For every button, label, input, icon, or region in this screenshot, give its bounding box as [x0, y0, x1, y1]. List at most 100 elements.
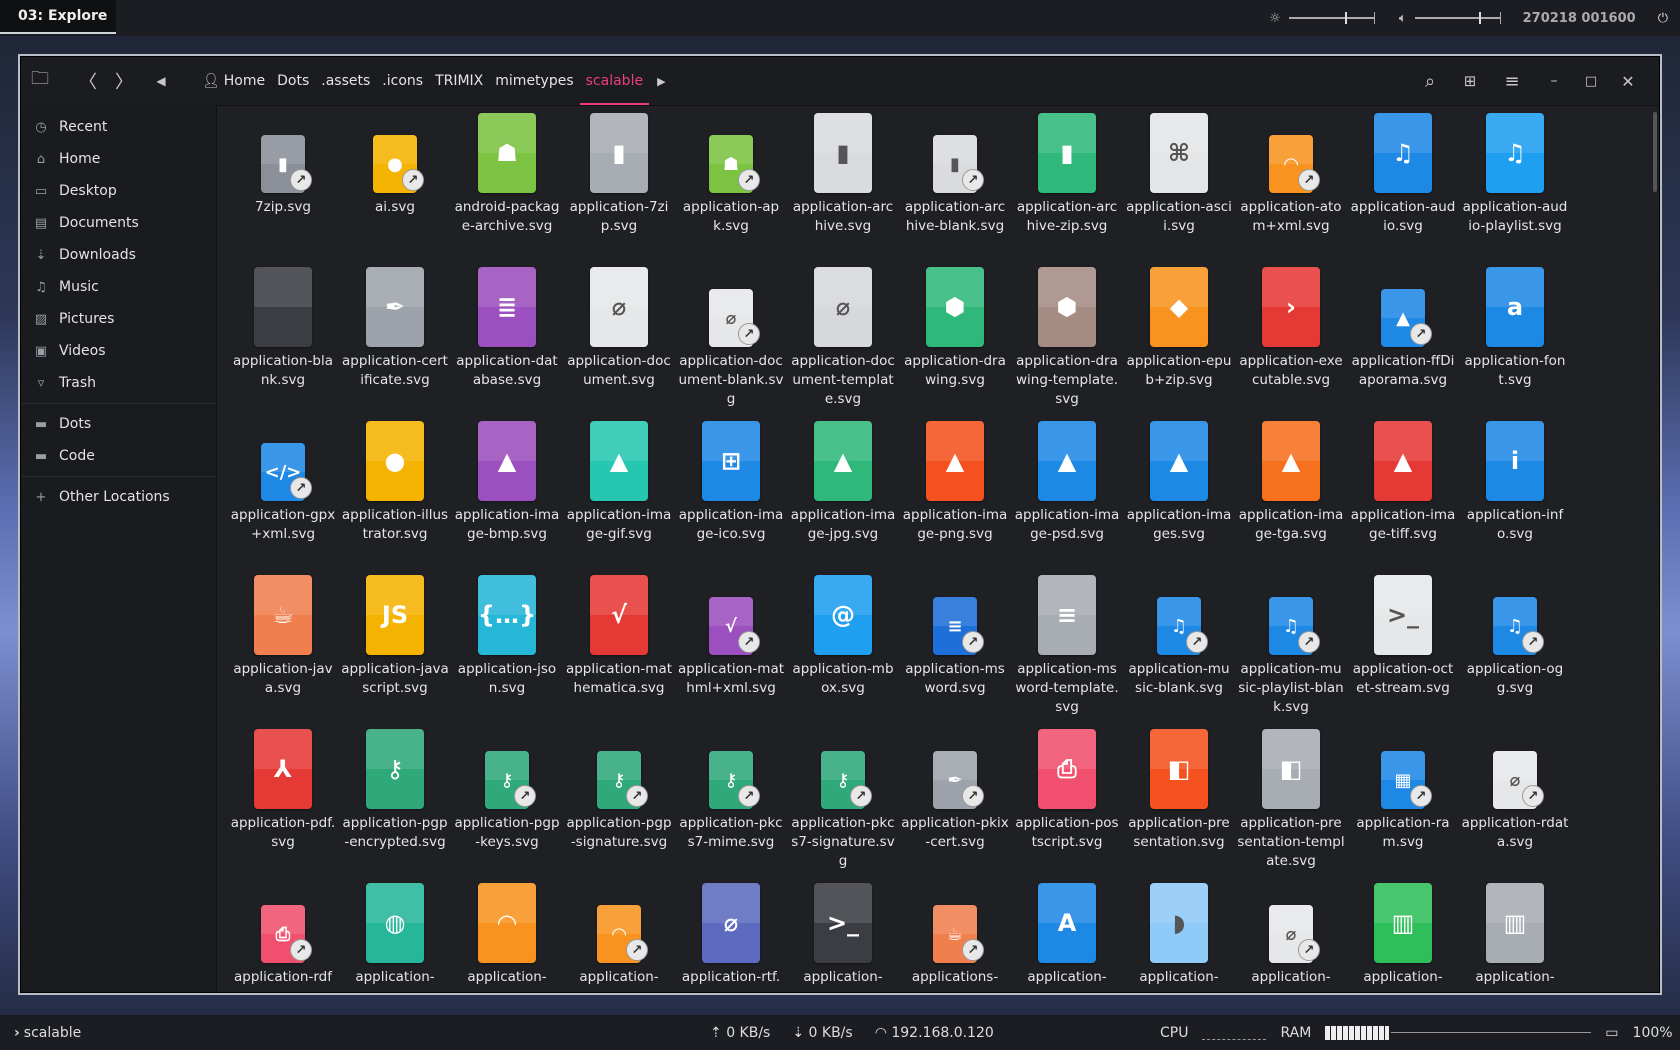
- file-item[interactable]: ⌀ ↗ application-: [1235, 881, 1347, 992]
- crumb-mimetypes[interactable]: mimetypes: [489, 57, 579, 105]
- file-item[interactable]: >_ application-: [787, 881, 899, 992]
- file-item[interactable]: ▥ application-: [1459, 881, 1571, 992]
- workspace-indicator[interactable]: 03: Explore: [0, 0, 116, 34]
- back-button[interactable]: 〈: [73, 66, 103, 96]
- file-item[interactable]: ⌀ application-document-template.svg: [787, 265, 899, 419]
- toggle-sidebar-folder-icon[interactable]: 🗀︎: [25, 66, 55, 96]
- file-item[interactable]: ◧ application-presentation-template.svg: [1235, 727, 1347, 881]
- scrollbar[interactable]: [1653, 112, 1657, 192]
- close-icon[interactable]: ✕: [1613, 66, 1643, 96]
- file-item[interactable]: ⚷ ↗ application-pgp-keys.svg: [451, 727, 563, 881]
- file-item[interactable]: ⚷ ↗ application-pkcs7-mime.svg: [675, 727, 787, 881]
- file-item[interactable]: ♫ application-audio.svg: [1347, 111, 1459, 265]
- crumb-scalable[interactable]: scalable: [579, 57, 650, 105]
- file-item[interactable]: ⎙ ↗ application-rdf: [227, 881, 339, 992]
- file-item[interactable]: ▮ ↗ 7zip.svg: [227, 111, 339, 265]
- menu-icon[interactable]: ≡: [1497, 66, 1527, 96]
- file-item[interactable]: ⌀ ↗ application-rdata.svg: [1459, 727, 1571, 881]
- file-item[interactable]: ⎙ application-postscript.svg: [1011, 727, 1123, 881]
- file-item[interactable]: ▲ ↗ application-ffDiaporama.svg: [1347, 265, 1459, 419]
- file-item[interactable]: ⚷ application-pgp-encrypted.svg: [339, 727, 451, 881]
- crumb-assets[interactable]: .assets: [315, 57, 376, 105]
- file-item[interactable]: ⌘ application-ascii.svg: [1123, 111, 1235, 265]
- file-item[interactable]: ♫ ↗ application-music-blank.svg: [1123, 573, 1235, 727]
- crumb-home[interactable]: 👤︎ Home: [196, 57, 271, 105]
- sidebar-item-downloads[interactable]: ⇣ Downloads: [21, 239, 216, 271]
- file-item[interactable]: ▮ application-7zip.svg: [563, 111, 675, 265]
- sidebar-item-trash[interactable]: ▿ Trash: [21, 367, 216, 399]
- file-item[interactable]: a application-font.svg: [1459, 265, 1571, 419]
- sidebar-item-videos[interactable]: ▣ Videos: [21, 335, 216, 367]
- file-item[interactable]: JS application-javascript.svg: [339, 573, 451, 727]
- crumb-dots[interactable]: Dots: [271, 57, 315, 105]
- forward-button[interactable]: 〉: [109, 66, 139, 96]
- power-icon[interactable]: ⏻: [1658, 11, 1668, 26]
- file-item[interactable]: ≣ application-database.svg: [451, 265, 563, 419]
- volume-slider[interactable]: [1414, 12, 1501, 24]
- file-item[interactable]: i application-info.svg: [1459, 419, 1571, 573]
- sidebar-item-code[interactable]: ▬ Code: [21, 440, 216, 472]
- minimize-icon[interactable]: –: [1539, 66, 1569, 96]
- file-item[interactable]: ✒ ↗ application-pkix-cert.svg: [899, 727, 1011, 881]
- sidebar-item-desktop[interactable]: ▭ Desktop: [21, 175, 216, 207]
- crumb-scroll-right-icon[interactable]: ▶: [657, 75, 665, 88]
- file-item[interactable]: ◍ application-: [339, 881, 451, 992]
- search-icon[interactable]: ⌕: [1415, 66, 1445, 96]
- file-item[interactable]: ☕ application-java.svg: [227, 573, 339, 727]
- file-item[interactable]: @ application-mbox.svg: [787, 573, 899, 727]
- file-item[interactable]: ⌀ ↗ application-document-blank.svg: [675, 265, 787, 419]
- file-item[interactable]: ▲ application-image-gif.svg: [563, 419, 675, 573]
- file-item[interactable]: √ application-mathematica.svg: [563, 573, 675, 727]
- file-item[interactable]: › application-executable.svg: [1235, 265, 1347, 419]
- file-item[interactable]: ▮ application-archive.svg: [787, 111, 899, 265]
- file-item[interactable]: ▲ application-image-jpg.svg: [787, 419, 899, 573]
- crumb-trimix[interactable]: TRIMIX: [429, 57, 489, 105]
- sidebar-item-dots[interactable]: ▬ Dots: [21, 408, 216, 440]
- file-item[interactable]: ▮ application-archive-zip.svg: [1011, 111, 1123, 265]
- sidebar-item-pictures[interactable]: ▨ Pictures: [21, 303, 216, 335]
- grid-view-icon[interactable]: ⊞: [1455, 66, 1485, 96]
- file-item[interactable]: ♫ ↗ application-music-playlist-blank.svg: [1235, 573, 1347, 727]
- file-item[interactable]: ● application-illustrator.svg: [339, 419, 451, 573]
- file-item[interactable]: ⊞ application-image-ico.svg: [675, 419, 787, 573]
- file-item[interactable]: ⅄ application-pdf.svg: [227, 727, 339, 881]
- sidebar-item-recent[interactable]: ◷ Recent: [21, 111, 216, 143]
- file-item[interactable]: ◧ application-presentation.svg: [1123, 727, 1235, 881]
- file-item[interactable]: ▲ application-image-tiff.svg: [1347, 419, 1459, 573]
- file-item[interactable]: ♫ ↗ application-ogg.svg: [1459, 573, 1571, 727]
- file-item[interactable]: ▮ ↗ application-archive-blank.svg: [899, 111, 1011, 265]
- file-item[interactable]: ≡ ↗ application-msword.svg: [899, 573, 1011, 727]
- brightness-slider[interactable]: [1288, 12, 1375, 24]
- file-item[interactable]: ● ↗ ai.svg: [339, 111, 451, 265]
- file-item[interactable]: ▲ application-images.svg: [1123, 419, 1235, 573]
- file-item[interactable]: ≡ application-msword-template.svg: [1011, 573, 1123, 727]
- file-item[interactable]: {…} application-json.svg: [451, 573, 563, 727]
- file-item[interactable]: >_ application-octet-stream.svg: [1347, 573, 1459, 727]
- sidebar-item-home[interactable]: ⌂ Home: [21, 143, 216, 175]
- file-item[interactable]: ✒ application-certificate.svg: [339, 265, 451, 419]
- file-item[interactable]: ▥ application-: [1347, 881, 1459, 992]
- file-item[interactable]: ▲ application-image-bmp.svg: [451, 419, 563, 573]
- file-item[interactable]: ⚷ ↗ application-pkcs7-signature.svg: [787, 727, 899, 881]
- file-item[interactable]: ☗ ↗ application-apk.svg: [675, 111, 787, 265]
- file-item[interactable]: ⌀ application-rtf.: [675, 881, 787, 992]
- sidebar-item-documents[interactable]: ▤ Documents: [21, 207, 216, 239]
- file-item[interactable]: ⚷ ↗ application-pgp-signature.svg: [563, 727, 675, 881]
- file-item[interactable]: ☕ ↗ applications-: [899, 881, 1011, 992]
- file-item[interactable]: ◗ application-: [1123, 881, 1235, 992]
- file-item[interactable]: </> ↗ application-gpx+xml.svg: [227, 419, 339, 573]
- crumb-scroll-left-icon[interactable]: ◀: [146, 66, 176, 96]
- file-item[interactable]: ▲ application-image-psd.svg: [1011, 419, 1123, 573]
- file-item[interactable]: application-blank.svg: [227, 265, 339, 419]
- file-item[interactable]: ◠ ↗ application-atom+xml.svg: [1235, 111, 1347, 265]
- file-item[interactable]: √ ↗ application-mathml+xml.svg: [675, 573, 787, 727]
- maximize-icon[interactable]: □: [1576, 66, 1606, 96]
- file-item[interactable]: ⬢ application-drawing.svg: [899, 265, 1011, 419]
- file-item[interactable]: ♫ application-audio-playlist.svg: [1459, 111, 1571, 265]
- crumb-icons[interactable]: .icons: [376, 57, 429, 105]
- file-item[interactable]: ◠ application-: [451, 881, 563, 992]
- file-item[interactable]: ◠ ↗ application-: [563, 881, 675, 992]
- file-item[interactable]: ⬢ application-drawing-template.svg: [1011, 265, 1123, 419]
- file-item[interactable]: ▲ application-image-tga.svg: [1235, 419, 1347, 573]
- file-item[interactable]: ▦ ↗ application-ram.svg: [1347, 727, 1459, 881]
